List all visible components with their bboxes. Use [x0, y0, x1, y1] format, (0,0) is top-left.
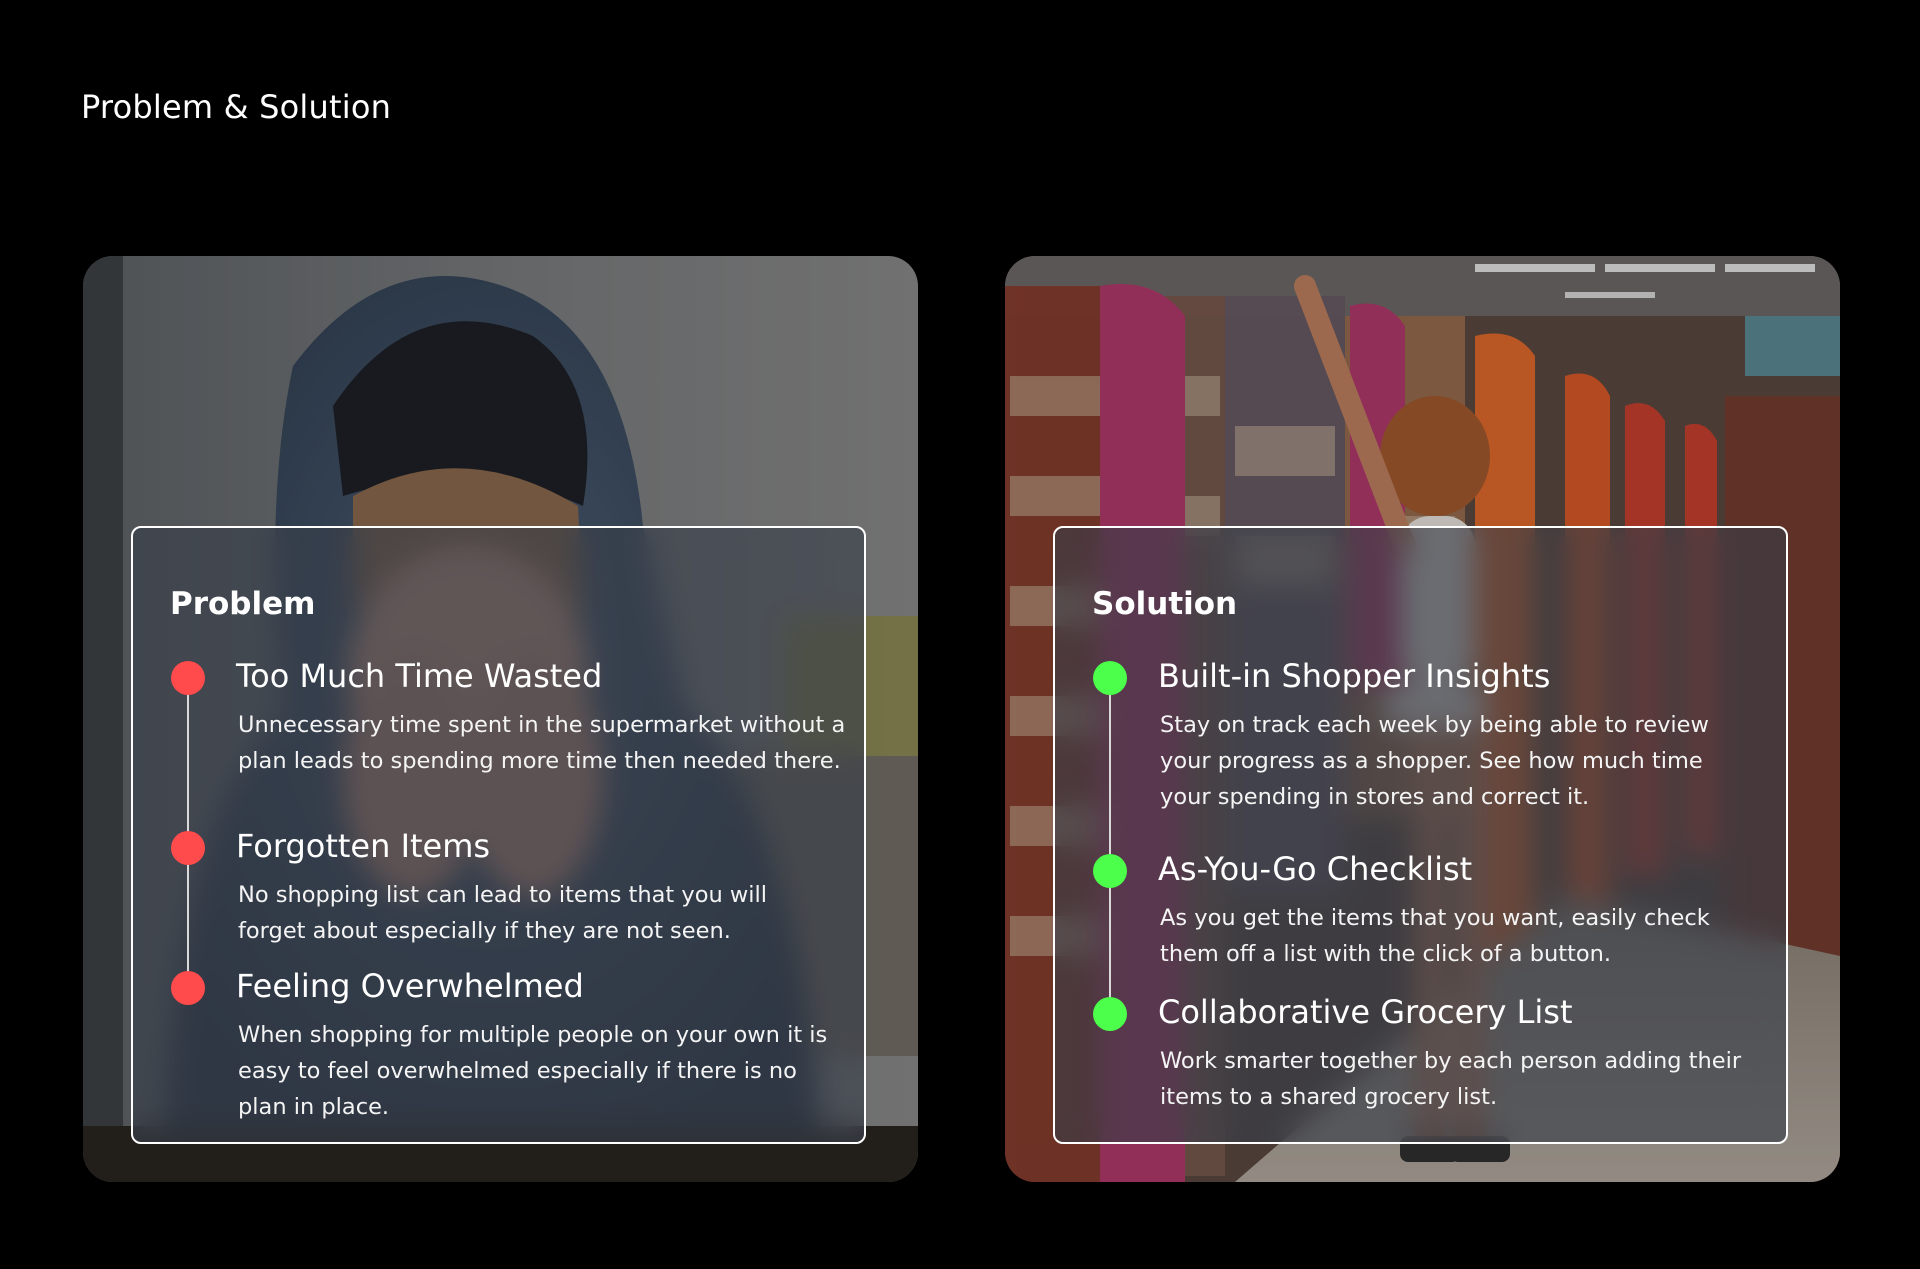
red-bullet-dot [171, 661, 205, 695]
solution-item-title: Built-in Shopper Insights [1158, 657, 1551, 695]
solution-item-description: Work smarter together by each person add… [1160, 1048, 1742, 1110]
solution-item-title: Collaborative Grocery List [1158, 993, 1573, 1031]
problem-item-title: Forgotten Items [236, 827, 491, 865]
solution-item-description: As you get the items that you want, easi… [1160, 905, 1710, 967]
page-title: Problem & Solution [81, 88, 392, 126]
problem-item-description: When shopping for multiple people on you… [238, 1022, 828, 1120]
solution-timeline-line [1109, 678, 1111, 1008]
green-bullet-dot [1093, 661, 1127, 695]
problem-item-title: Too Much Time Wasted [236, 657, 603, 695]
problem-card: Problem Too Much Time Wasted Unnecessary… [83, 256, 918, 1182]
green-bullet-dot [1093, 854, 1127, 888]
problem-heading: Problem [170, 586, 316, 622]
green-bullet-dot [1093, 997, 1127, 1031]
red-bullet-dot [171, 831, 205, 865]
solution-item-title: As-You-Go Checklist [1158, 850, 1473, 888]
solution-item-description: Stay on track each week by being able to… [1160, 712, 1709, 810]
problem-item-title: Feeling Overwhelmed [236, 967, 584, 1005]
solution-card: Solution Built-in Shopper Insights Stay … [1005, 256, 1840, 1182]
solution-panel: Solution Built-in Shopper Insights Stay … [1053, 526, 1788, 1144]
solution-heading: Solution [1092, 586, 1238, 622]
red-bullet-dot [171, 971, 205, 1005]
problem-item-description: No shopping list can lead to items that … [238, 882, 768, 944]
problem-timeline-line [187, 678, 189, 978]
problem-panel: Problem Too Much Time Wasted Unnecessary… [131, 526, 866, 1144]
problem-item-description: Unnecessary time spent in the supermarke… [238, 712, 846, 774]
